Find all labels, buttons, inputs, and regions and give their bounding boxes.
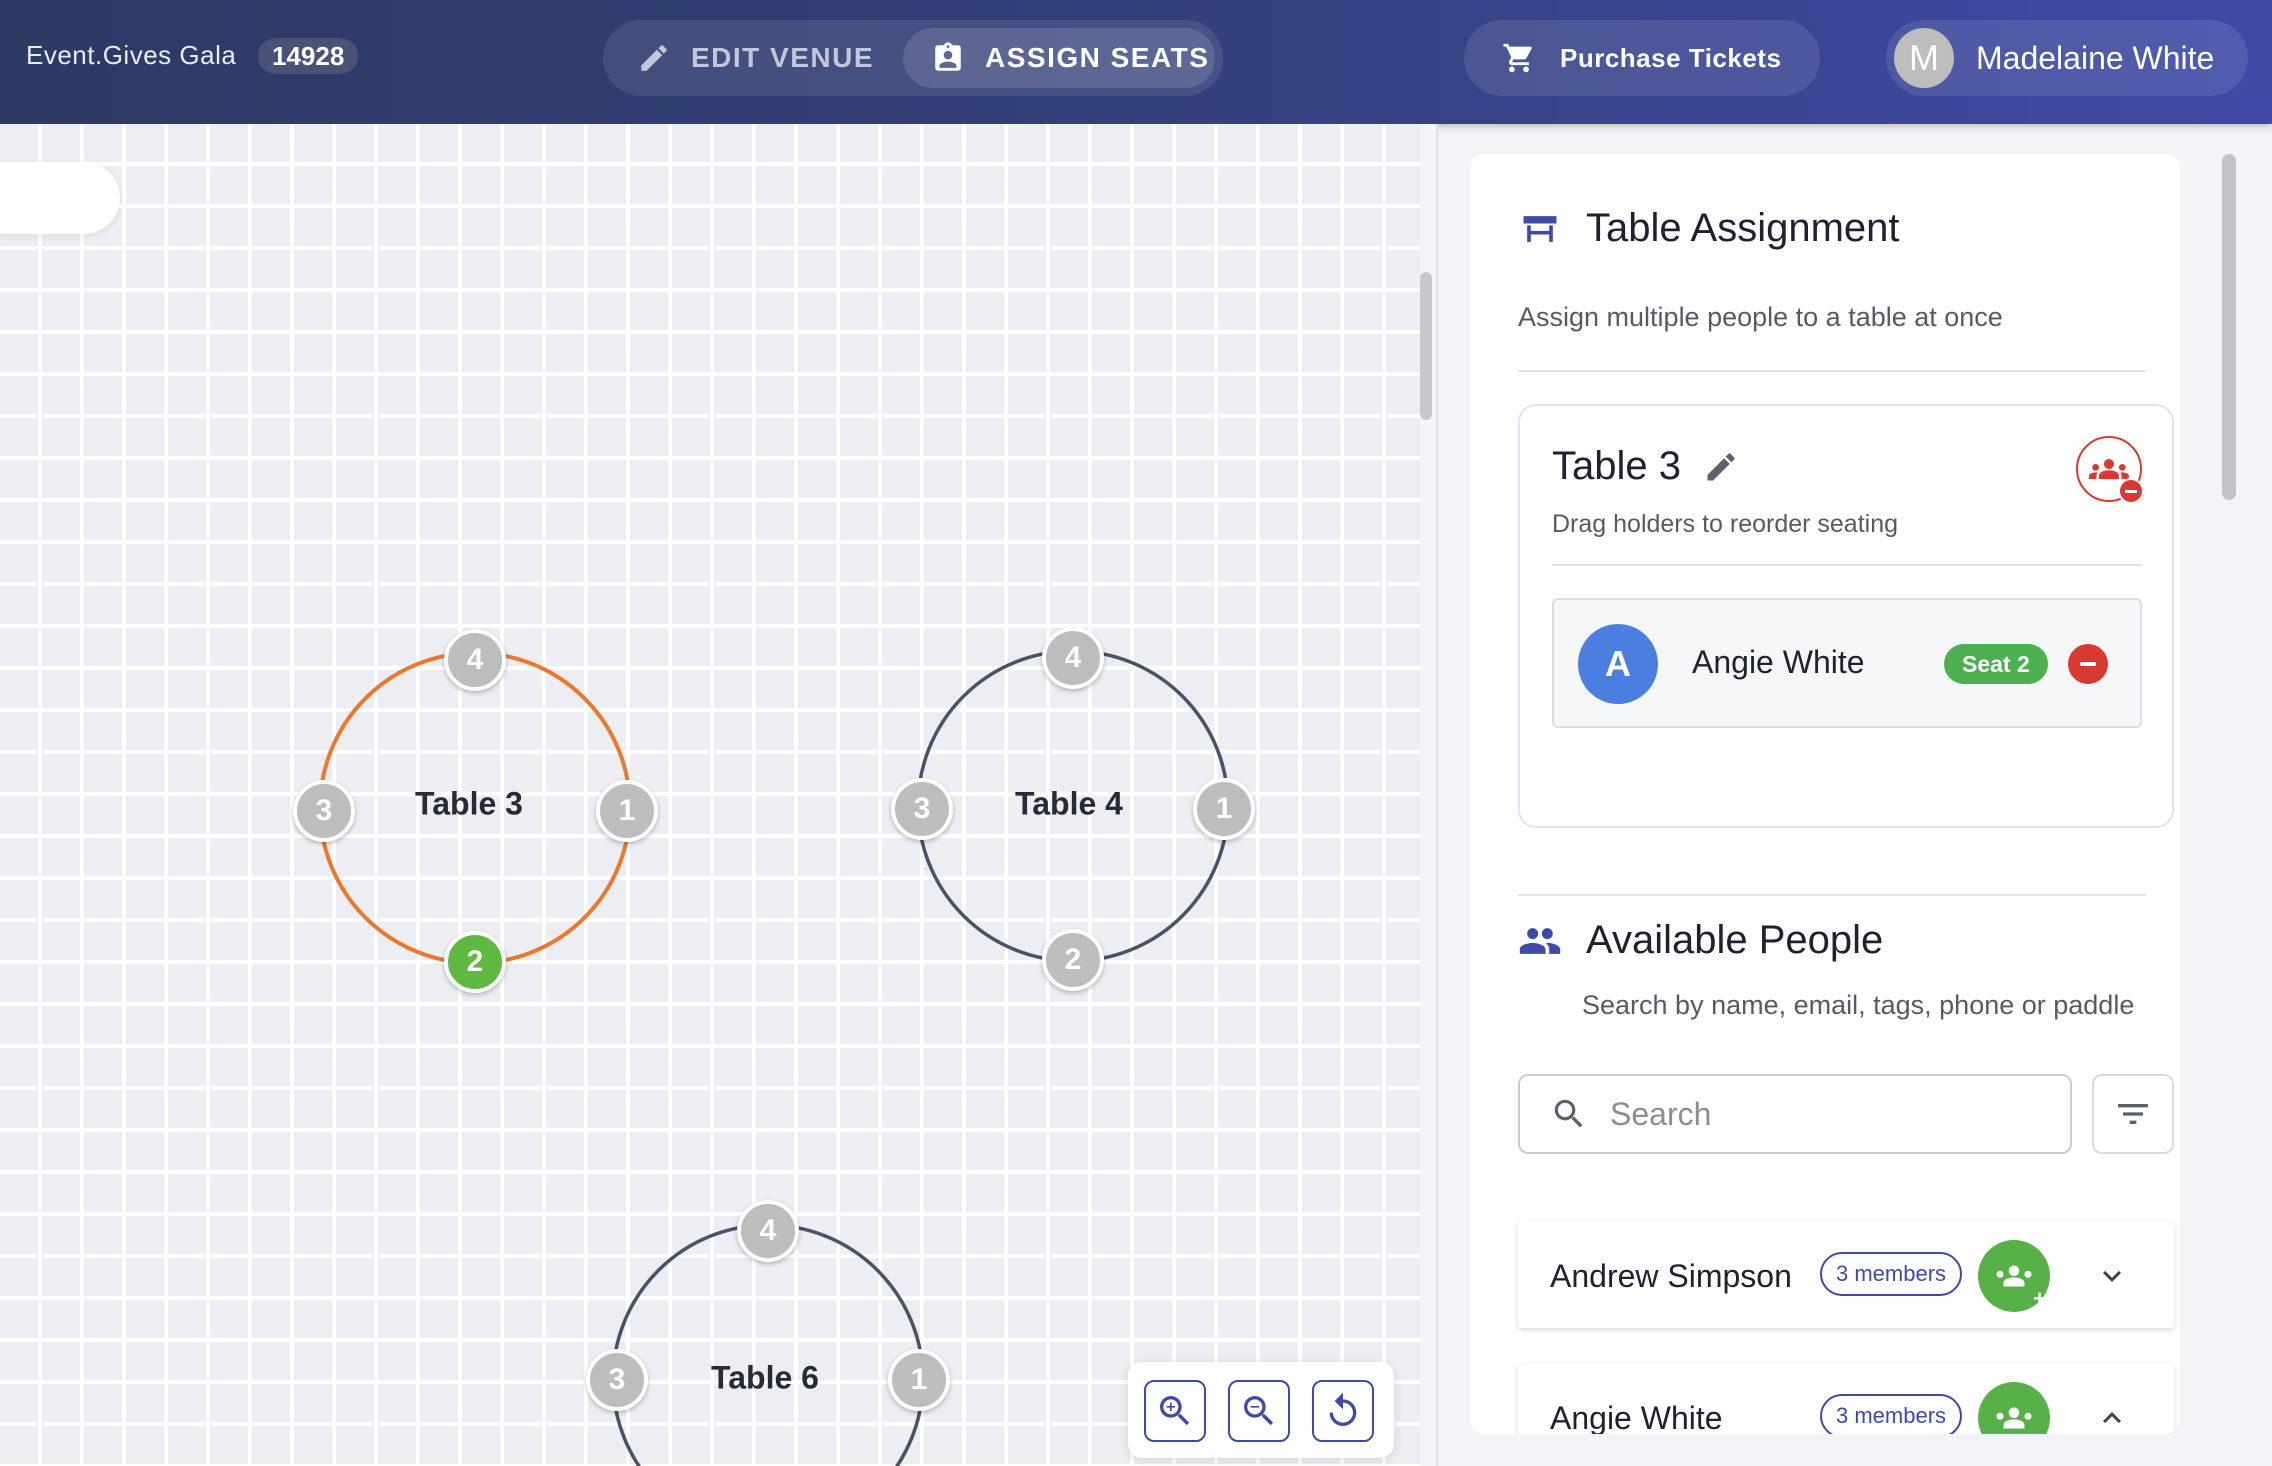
table-hint: Drag holders to reorder seating (1552, 510, 1899, 538)
seat-2-taken[interactable]: 2 (444, 931, 506, 993)
assignment-ind-icon (935, 42, 961, 71)
mode-switcher: EDIT VENUE ASSIGN SEATS (603, 20, 1223, 96)
panel-divider (1436, 124, 1438, 1466)
person-row[interactable]: Andrew Simpson 3 members + (1518, 1222, 2174, 1328)
plus-icon: + (2033, 1428, 2046, 1434)
reset-view-button[interactable] (1312, 1380, 1374, 1442)
minus-badge-icon (2118, 478, 2144, 504)
reset-icon (1329, 1392, 1357, 1426)
cart-icon (1503, 43, 1532, 73)
assign-seats-label: ASSIGN SEATS (985, 42, 1210, 73)
remove-all-holders-button[interactable] (2076, 436, 2144, 504)
edit-table-name-icon[interactable] (1703, 449, 1739, 485)
seat-1[interactable]: 1 (596, 780, 658, 842)
event-title: Event.Gives Gala (26, 40, 237, 70)
seat-4[interactable]: 4 (444, 629, 506, 691)
group-add-icon (1996, 1407, 2032, 1429)
edit-venue-tab[interactable]: EDIT VENUE (637, 28, 874, 88)
filter-button[interactable] (2092, 1074, 2174, 1154)
chevron-up-icon[interactable] (2094, 1400, 2130, 1434)
avatar: A (1578, 624, 1658, 704)
section-title: Available People (1586, 918, 1884, 962)
group-add-icon (1996, 1265, 2032, 1287)
people-subtitle: Search by name, email, tags, phone or pa… (1582, 990, 2135, 1020)
divider (1552, 564, 2142, 566)
members-badge: 3 members (1820, 1252, 1963, 1296)
canvas-scrollbar[interactable] (1420, 272, 1432, 420)
seating-canvas[interactable]: Table 3 4 3 1 2 Table 4 4 3 1 2 Table 6 … (0, 124, 1436, 1466)
add-group-button[interactable]: + (1978, 1240, 2050, 1312)
seat-badge: Seat 2 (1944, 644, 2048, 684)
seat-4[interactable]: 4 (737, 1200, 799, 1262)
assignment-subtitle: Assign multiple people to a table at onc… (1518, 302, 2003, 332)
zoom-controls (1128, 1362, 1394, 1458)
user-menu[interactable]: M Madelaine White (1886, 20, 2248, 96)
assign-seats-tab[interactable]: ASSIGN SEATS (903, 28, 1215, 88)
section-title: Table Assignment (1586, 206, 1900, 250)
available-people-title: Available People (1518, 918, 1883, 963)
seat-1[interactable]: 1 (888, 1349, 950, 1411)
search-input[interactable] (1608, 1094, 2032, 1134)
chevron-down-icon[interactable] (2094, 1258, 2130, 1294)
search-icon (1554, 1099, 1583, 1128)
zoom-in-button[interactable] (1144, 1380, 1206, 1442)
add-group-button[interactable]: + (1978, 1382, 2050, 1434)
divider (1518, 370, 2146, 372)
panel-scrollbar[interactable] (2222, 154, 2236, 500)
table-label[interactable]: Table 3 (415, 786, 523, 823)
divider (1518, 894, 2146, 896)
seat-1[interactable]: 1 (1193, 778, 1255, 840)
holder-row[interactable]: A Angie White Seat 2 (1552, 598, 2142, 728)
table-icon (1523, 215, 1557, 242)
zoom-in-icon (1160, 1396, 1190, 1426)
zoom-out-button[interactable] (1228, 1380, 1290, 1442)
top-bar: Event.Gives Gala 14928 EDIT VENUE ASSIGN… (0, 0, 2272, 124)
purchase-tickets-label: Purchase Tickets (1560, 42, 1782, 73)
people-search[interactable] (1518, 1074, 2072, 1154)
pencil-icon (641, 45, 667, 71)
seat-3[interactable]: 3 (891, 778, 953, 840)
edit-venue-label: EDIT VENUE (691, 42, 875, 73)
filter-list-icon (2118, 1104, 2148, 1124)
person-name: Andrew Simpson (1550, 1258, 1792, 1294)
members-badge: 3 members (1820, 1394, 1963, 1434)
remove-holder-button[interactable] (2068, 644, 2108, 684)
person-row[interactable]: Angie White 3 members + (1518, 1364, 2174, 1434)
table-name: Table 3 (1552, 444, 1681, 488)
selected-table-card: Table 3 Drag holders to reorder seating … (1518, 404, 2174, 828)
event-id-badge: 14928 (258, 38, 359, 74)
zoom-out-icon (1244, 1396, 1274, 1426)
purchase-tickets-button[interactable]: Purchase Tickets (1464, 20, 1820, 96)
assignment-panel: Table Assignment Assign multiple people … (1470, 154, 2180, 1434)
selected-table-title: Table 3 (1552, 444, 1739, 489)
holder-name: Angie White (1692, 644, 1865, 680)
seat-2[interactable]: 2 (1042, 929, 1104, 991)
table-label[interactable]: Table 4 (1015, 786, 1123, 823)
table-label[interactable]: Table 6 (711, 1360, 819, 1397)
avatar: M (1894, 28, 1954, 88)
plus-icon: + (2033, 1286, 2046, 1311)
people-icon (1519, 927, 1561, 954)
seat-3[interactable]: 3 (293, 780, 355, 842)
person-name: Angie White (1550, 1400, 1723, 1434)
seat-4[interactable]: 4 (1042, 627, 1104, 689)
table-assignment-title: Table Assignment (1518, 206, 1900, 251)
user-name: Madelaine White (1976, 39, 2215, 76)
seat-3[interactable]: 3 (586, 1349, 648, 1411)
